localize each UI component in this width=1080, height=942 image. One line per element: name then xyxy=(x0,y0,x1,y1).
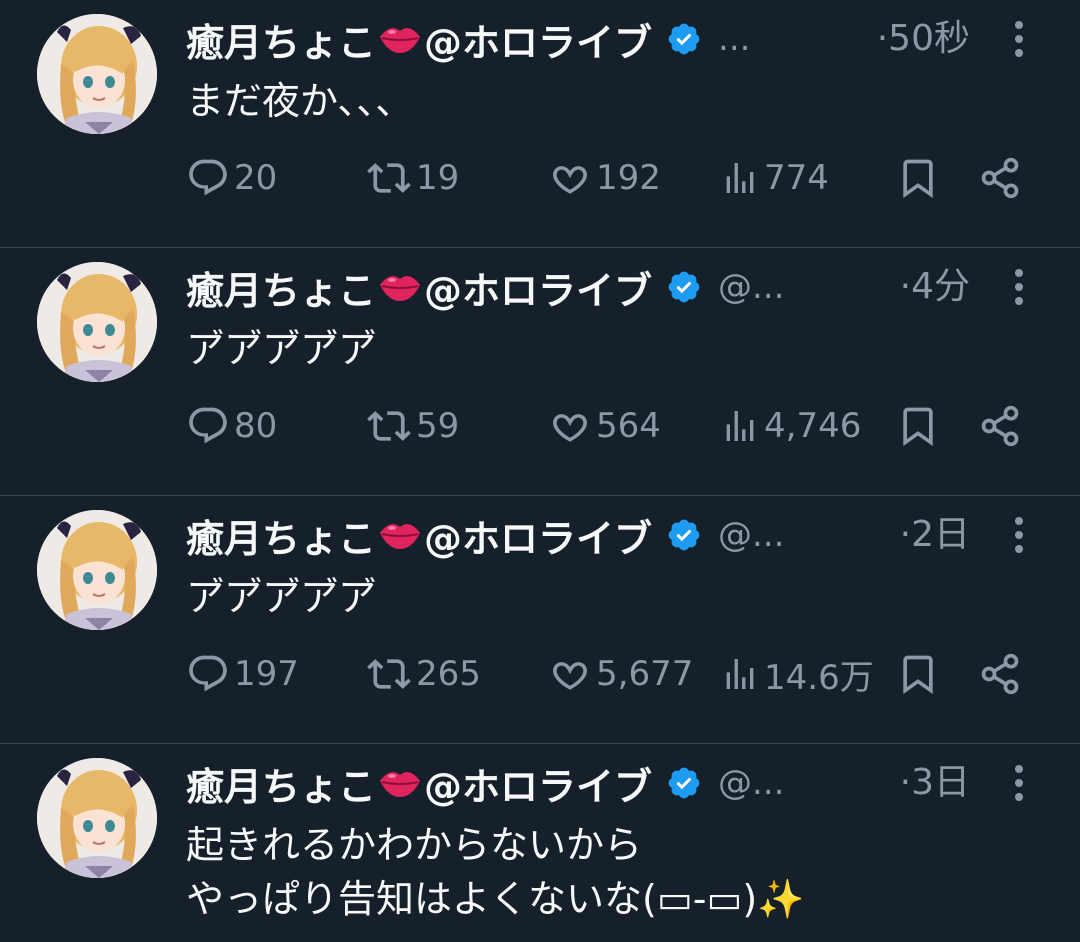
tweet[interactable]: 癒月ちょこ @ホロライブ ... ·50秒 まだ夜か、、、 20 19 192 … xyxy=(0,0,1080,248)
reply-count: 20 xyxy=(234,158,278,198)
reply-icon xyxy=(189,655,227,692)
bookmark-button[interactable] xyxy=(896,398,940,454)
reply-icon xyxy=(189,159,227,196)
share-icon xyxy=(981,653,1019,695)
reply-button[interactable]: 80 xyxy=(186,398,277,454)
tweet-timestamp[interactable]: ·4分 xyxy=(900,262,970,312)
views-icon xyxy=(726,659,754,689)
view-count: 4,746 xyxy=(764,406,862,446)
verified-badge-icon xyxy=(668,23,700,55)
tweet-text: ア゙ア゙ア゙ア゙ア゙ xyxy=(186,575,377,619)
more-vertical-icon[interactable] xyxy=(1004,510,1034,560)
like-button[interactable]: 192 xyxy=(548,150,661,206)
author-name-suffix[interactable]: @ホロライブ xyxy=(424,756,652,811)
view-count: 774 xyxy=(764,158,829,198)
reply-count: 80 xyxy=(234,406,278,446)
views-button[interactable]: 4,746 xyxy=(720,398,861,454)
like-count: 192 xyxy=(596,158,661,198)
lips-icon xyxy=(380,524,421,549)
share-icon xyxy=(981,405,1019,447)
like-button[interactable]: 5,677 xyxy=(548,646,693,702)
retweet-count: 59 xyxy=(416,406,460,446)
author-handle[interactable]: @... xyxy=(718,763,784,803)
views-icon xyxy=(726,411,754,441)
like-button[interactable]: 564 xyxy=(548,398,661,454)
retweet-icon xyxy=(367,659,411,689)
author-handle[interactable]: ... xyxy=(718,19,750,59)
like-count: 5,677 xyxy=(596,654,694,694)
reply-icon xyxy=(189,407,227,444)
tweet-timestamp[interactable]: ·3日 xyxy=(900,758,970,808)
tweet-actions: 80 59 564 4,746 xyxy=(186,398,1046,454)
author-name-suffix[interactable]: @ホロライブ xyxy=(424,508,652,563)
author-name-suffix[interactable]: @ホロライブ xyxy=(424,12,652,67)
bookmark-button[interactable] xyxy=(896,150,940,206)
author-name[interactable]: 癒月ちょこ xyxy=(186,756,376,811)
tweet[interactable]: 癒月ちょこ @ホロライブ @... ·4分 ア゙ア゙ア゙ア゙ア゙ 80 59 5… xyxy=(0,248,1080,496)
avatar[interactable] xyxy=(37,758,157,878)
reply-count: 197 xyxy=(234,654,299,694)
more-vertical-icon[interactable] xyxy=(1004,758,1034,808)
views-button[interactable]: 14.6万 xyxy=(720,646,874,702)
retweet-count: 19 xyxy=(416,158,460,198)
heart-icon xyxy=(553,166,587,194)
lips-icon xyxy=(380,28,421,53)
share-button[interactable] xyxy=(978,646,1022,702)
tweet-timestamp[interactable]: ·2日 xyxy=(900,510,970,560)
author-handle[interactable]: @... xyxy=(718,515,784,555)
author-name-suffix[interactable]: @ホロライブ xyxy=(424,260,652,315)
reply-button[interactable]: 20 xyxy=(186,150,277,206)
retweet-icon xyxy=(367,163,411,193)
tweet-text: 起きれるかわからないから やっぱり告知はよくないな(▭-▭)✨ xyxy=(186,823,805,921)
verified-badge-icon xyxy=(668,519,700,551)
more-vertical-icon[interactable] xyxy=(1004,262,1034,312)
tweet-text: ア゙ア゙ア゙ア゙ア゙ xyxy=(186,327,377,371)
verified-badge-icon xyxy=(668,271,700,303)
more-vertical-icon[interactable] xyxy=(1004,14,1034,64)
bookmark-icon xyxy=(903,159,933,199)
tweet[interactable]: 癒月ちょこ @ホロライブ @... ·2日 ア゙ア゙ア゙ア゙ア゙ 197 265… xyxy=(0,496,1080,744)
author-name[interactable]: 癒月ちょこ xyxy=(186,12,376,67)
tweet-actions: 197 265 5,677 14.6万 xyxy=(186,646,1046,702)
retweet-button[interactable]: 19 xyxy=(366,150,459,206)
like-count: 564 xyxy=(596,406,661,446)
tweet[interactable]: 癒月ちょこ @ホロライブ @... ·3日 起きれるかわからないから やっぱり告… xyxy=(0,744,1080,942)
tweet-actions: 20 19 192 774 xyxy=(186,150,1046,206)
view-count: 14.6万 xyxy=(764,657,874,698)
tweet-text: まだ夜か、、、 xyxy=(186,79,414,123)
share-icon xyxy=(981,157,1019,199)
reply-button[interactable]: 197 xyxy=(186,646,299,702)
author-handle[interactable]: @... xyxy=(718,267,784,307)
share-button[interactable] xyxy=(978,398,1022,454)
bookmark-button[interactable] xyxy=(896,646,940,702)
avatar[interactable] xyxy=(37,510,157,630)
retweet-button[interactable]: 265 xyxy=(366,646,481,702)
author-name[interactable]: 癒月ちょこ xyxy=(186,260,376,315)
tweet-timestamp[interactable]: ·50秒 xyxy=(877,14,970,64)
bookmark-icon xyxy=(903,655,933,695)
share-button[interactable] xyxy=(978,150,1022,206)
views-icon xyxy=(726,163,754,193)
author-name[interactable]: 癒月ちょこ xyxy=(186,508,376,563)
retweet-icon xyxy=(367,411,411,441)
lips-icon xyxy=(380,276,421,301)
verified-badge-icon xyxy=(668,767,700,799)
bookmark-icon xyxy=(903,407,933,447)
retweet-count: 265 xyxy=(416,654,481,694)
heart-icon xyxy=(553,414,587,442)
lips-icon xyxy=(380,772,421,797)
avatar[interactable] xyxy=(37,14,157,134)
views-button[interactable]: 774 xyxy=(720,150,829,206)
avatar[interactable] xyxy=(37,262,157,382)
heart-icon xyxy=(553,662,587,690)
retweet-button[interactable]: 59 xyxy=(366,398,459,454)
